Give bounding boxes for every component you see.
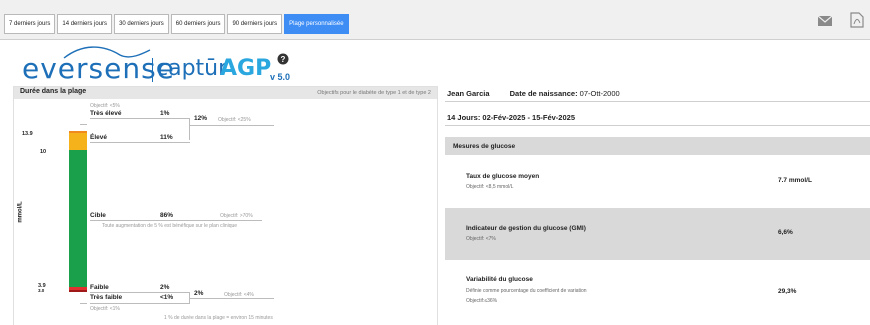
very-high-label: Très élevé	[90, 110, 122, 117]
metric-name: Indicateur de gestion du glucose (GMI)	[466, 225, 586, 232]
metric-name: Taux de glucose moyen	[466, 173, 540, 180]
mail-icon[interactable]	[818, 16, 832, 26]
very-low-value: <1%	[160, 294, 174, 301]
tab-90-days[interactable]: 90 derniers jours	[227, 14, 283, 34]
high-combined-value: 12%	[194, 115, 208, 122]
very-low-underline	[90, 303, 190, 304]
high-bracket	[189, 118, 190, 140]
high-label: Élevé	[90, 134, 107, 141]
svg-text:?: ?	[281, 55, 286, 64]
logo-divider	[152, 58, 153, 82]
logo-product-prefix: captūr	[156, 56, 228, 81]
report-toolbar: 7 derniers jours 14 derniers jours 30 de…	[0, 0, 870, 40]
low-value: 2%	[160, 284, 170, 291]
period-divider	[445, 125, 870, 126]
metric-value: 6,6%	[778, 229, 793, 236]
high-value: 11%	[160, 134, 173, 141]
time-in-range-panel: Durée dans la plage Objectifs pour le di…	[13, 86, 438, 325]
low-underline	[90, 292, 190, 293]
tab-14-days[interactable]: 14 derniers jours	[57, 14, 113, 34]
metric-value: 7.7 mmol/L	[778, 177, 812, 184]
logo-version: v 5.0	[270, 72, 291, 82]
target-note: Toute augmentation de 5 % est bénéfique …	[102, 223, 238, 229]
metric-target: Objectif:≤36%	[466, 298, 498, 304]
time-in-range-subtitle: Objectifs pour le diabète de type 1 et d…	[317, 90, 431, 96]
metric-target: Objectif: <7%	[466, 236, 496, 242]
time-in-range-footnote: 1 % de durée dans la plage = environ 15 …	[164, 315, 273, 321]
very-high-target: Objectif: <5%	[90, 103, 120, 109]
period-tabs: 7 derniers jours 14 derniers jours 30 de…	[4, 14, 351, 34]
target-value: 86%	[160, 212, 174, 219]
glucose-metrics-header: Mesures de glucose	[445, 137, 870, 155]
metric-value: 29,3%	[778, 288, 797, 295]
very-low-target: Objectif: <1%	[90, 306, 120, 312]
report-period: 14 Jours: 02-Fév-2025 - 15-Fév-2025	[447, 113, 575, 122]
target-underline	[90, 220, 262, 221]
tab-30-days[interactable]: 30 derniers jours	[114, 14, 169, 34]
low-label: Faible	[90, 284, 109, 291]
eversense-captur-agp-logo: eversense captūr AGP v 5.0	[22, 46, 302, 86]
pdf-icon[interactable]	[850, 12, 864, 28]
patient-divider	[445, 101, 870, 102]
metric-row-variability: Variabilité du glucose Définie comme pou…	[445, 260, 870, 325]
time-in-range-title: Durée dans la plage	[20, 88, 87, 95]
low-combined-value: 2%	[194, 290, 204, 297]
tab-7-days[interactable]: 7 derniers jours	[4, 14, 56, 34]
metric-name: Variabilité du glucose	[466, 276, 533, 283]
target-goal: Objectif: >70%	[220, 213, 253, 219]
high-underline	[90, 142, 190, 143]
glucose-metrics-title: Mesures de glucose	[453, 143, 516, 150]
bar-target	[69, 150, 87, 287]
metric-target: Objectif: <8,5 mmol/L	[466, 184, 514, 190]
very-high-leader	[80, 124, 87, 125]
very-high-underline	[90, 118, 190, 119]
time-in-range-header: Durée dans la plage Objectifs pour le di…	[14, 87, 437, 99]
threshold-high: 13.9	[22, 131, 33, 137]
very-low-label: Très faible	[90, 294, 123, 301]
target-label: Cible	[90, 212, 106, 219]
threshold-target-high: 10	[40, 149, 47, 155]
threshold-very-low: 3.0	[38, 288, 45, 293]
dob-label: Date de naissance:	[509, 89, 578, 98]
metric-row-mean-glucose: Taux de glucose moyen Objectif: <8,5 mmo…	[445, 155, 870, 208]
high-combined-target: Objectif: <25%	[218, 117, 251, 123]
logo-product-suffix: AGP	[220, 56, 272, 81]
bar-high	[69, 133, 87, 150]
very-high-value: 1%	[160, 110, 170, 117]
tab-custom-range[interactable]: Plage personnalisée	[284, 14, 349, 34]
dob-value: 07-Ott-2000	[579, 89, 620, 98]
glucose-metrics-panel: Mesures de glucose Taux de glucose moyen…	[445, 137, 870, 325]
patient-info: Jean Garcia Date de naissance: 07-Ott-20…	[447, 89, 620, 98]
low-combined-underline	[190, 298, 274, 299]
metric-description: Définie comme pourcentage du coefficient…	[466, 288, 587, 294]
metric-row-gmi: Indicateur de gestion du glucose (GMI) O…	[445, 208, 870, 260]
bar-very-low	[69, 290, 87, 292]
patient-name: Jean Garcia	[447, 89, 490, 98]
tab-60-days[interactable]: 60 derniers jours	[170, 14, 226, 34]
high-combined-underline	[190, 125, 274, 126]
axis-unit-label: mmol/L	[17, 201, 24, 223]
help-icon[interactable]: ?	[277, 53, 289, 65]
very-low-leader	[80, 303, 87, 304]
